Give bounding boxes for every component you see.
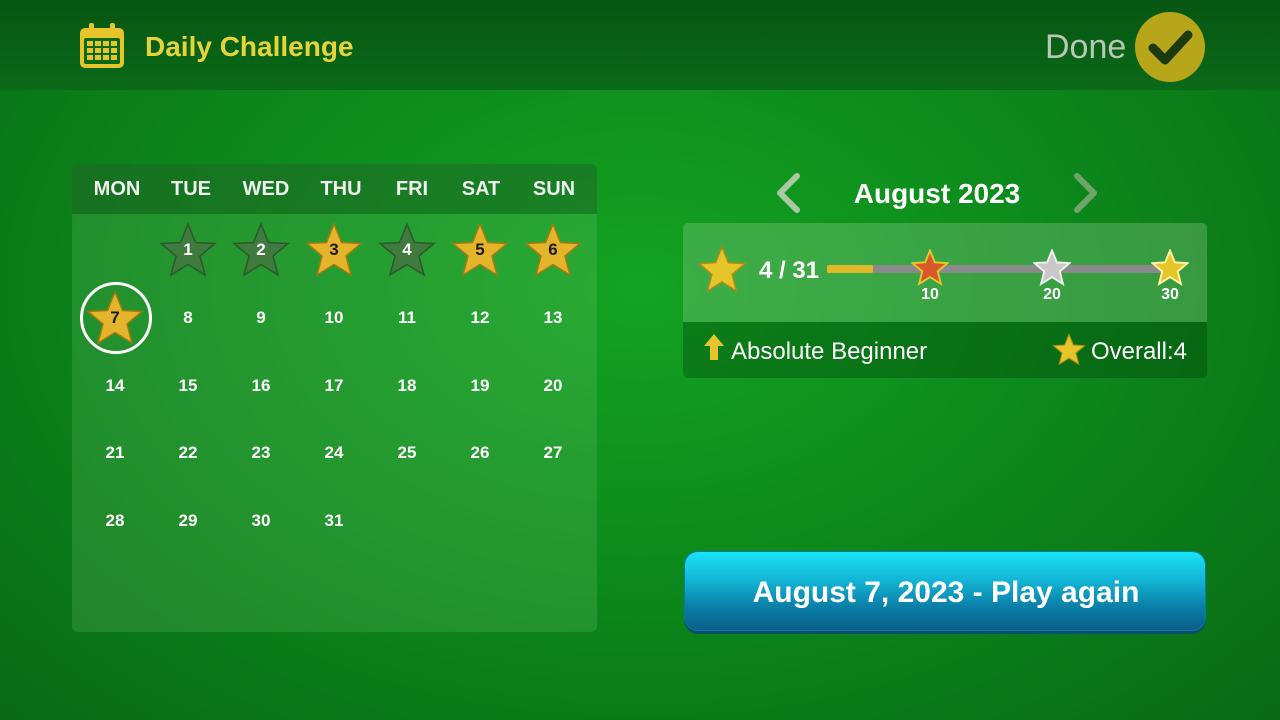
calendar-day-number: 21: [105, 443, 125, 462]
calendar-day-7[interactable]: 7: [78, 288, 152, 348]
calendar-day-number: 13: [543, 308, 563, 327]
calendar-day-number: 3: [329, 240, 339, 259]
calendar-day-6[interactable]: 6: [516, 220, 590, 280]
calendar-day-number: 28: [105, 511, 125, 530]
calendar-day-15[interactable]: 15: [151, 356, 225, 416]
play-again-label: August 7, 2023 - Play again: [752, 576, 1140, 609]
checkmark-icon: [1148, 30, 1193, 65]
calendar-day-number: 23: [251, 443, 271, 462]
calendar-day-9[interactable]: 9: [224, 288, 298, 348]
calendar-day-number: 27: [543, 443, 563, 462]
calendar-day-number: 22: [178, 443, 198, 462]
calendar-day-number: 18: [397, 376, 417, 395]
calendar-day-24[interactable]: 24: [297, 423, 371, 483]
page-title: Daily Challenge: [145, 31, 354, 62]
calendar-day-number: 6: [548, 240, 558, 259]
arrow-up-icon: [704, 334, 724, 360]
calendar-day-number: 30: [251, 511, 271, 530]
calendar-day-1[interactable]: 1: [151, 220, 225, 280]
calendar-day-number: 16: [251, 376, 271, 395]
calendar-icon: [80, 23, 124, 68]
calendar-day-29[interactable]: 29: [151, 491, 225, 551]
progress-panel: 4 / 31 10 20 30 Absolute Beginner Overal…: [683, 223, 1207, 378]
calendar-day-26[interactable]: 26: [443, 423, 517, 483]
calendar-day-number: 10: [324, 308, 344, 327]
calendar-day-number: 19: [470, 376, 490, 395]
overall-label: Overall:: [1090, 338, 1174, 365]
calendar-day-number: 14: [105, 376, 125, 395]
calendar-day-number: 11: [398, 308, 416, 327]
calendar-day-number: 2: [256, 240, 266, 259]
calendar-day-18[interactable]: 18: [370, 356, 444, 416]
milestone-star-bronze-icon: [911, 249, 949, 287]
calendar-day-number: 1: [183, 240, 193, 259]
weekday-tue: TUE: [171, 178, 211, 200]
play-again-button[interactable]: August 7, 2023 - Play again: [684, 551, 1206, 631]
weekday-fri: FRI: [395, 178, 429, 200]
calendar-day-10[interactable]: 10: [297, 288, 371, 348]
calendar-day-2[interactable]: 2: [224, 220, 298, 280]
calendar-day-11[interactable]: 11: [370, 288, 444, 348]
done-button[interactable]: [1135, 12, 1205, 82]
calendar-day-4[interactable]: 4: [370, 220, 444, 280]
calendar-day-19[interactable]: 19: [443, 356, 517, 416]
milestone-star-gold-icon: [1151, 249, 1189, 287]
month-label: August 2023: [853, 178, 1021, 209]
calendar-day-27[interactable]: 27: [516, 423, 590, 483]
calendar-day-8[interactable]: 8: [151, 288, 225, 348]
progress-track: [827, 265, 1171, 273]
calendar-day-12[interactable]: 12: [443, 288, 517, 348]
calendar-day-number: 15: [178, 376, 198, 395]
calendar-day-number: 20: [543, 376, 563, 395]
rank-label: Absolute Beginner: [731, 338, 928, 365]
calendar-day-23[interactable]: 23: [224, 423, 298, 483]
calendar-day-22[interactable]: 22: [151, 423, 225, 483]
calendar-day-25[interactable]: 25: [370, 423, 444, 483]
calendar-day-number: 12: [470, 308, 490, 327]
done-label[interactable]: Done: [1045, 28, 1126, 67]
calendar-day-number: 9: [256, 308, 266, 327]
weekday-mon: MON: [93, 178, 141, 200]
overall-star-icon: [1052, 333, 1086, 366]
weekday-sat: SAT: [461, 178, 501, 200]
calendar-day-number: 5: [475, 240, 485, 259]
weekday-header: MON TUE WED THU FRI SAT SUN: [72, 164, 597, 214]
weekday-sun: SUN: [532, 178, 576, 200]
stars-count: 4 / 31: [759, 257, 820, 284]
chevron-right-icon[interactable]: [1070, 172, 1102, 214]
milestone-10: 10: [921, 286, 939, 303]
calendar-day-number: 24: [324, 443, 344, 462]
overall-value: 4: [1173, 338, 1187, 365]
weekday-thu: THU: [320, 178, 362, 200]
calendar-day-3[interactable]: 3: [297, 220, 371, 280]
calendar-day-number: 4: [402, 240, 412, 259]
calendar-day-number: 17: [324, 376, 344, 395]
calendar-day-number: 26: [470, 443, 490, 462]
calendar-day-number: 7: [110, 308, 120, 327]
calendar-day-14[interactable]: 14: [78, 356, 152, 416]
header-bar: Daily Challenge Done: [0, 0, 1280, 90]
calendar-day-20[interactable]: 20: [516, 356, 590, 416]
calendar-day-13[interactable]: 13: [516, 288, 590, 348]
overall-score: Overall:4: [1091, 338, 1187, 366]
calendar-day-number: 31: [324, 511, 344, 530]
calendar-day-21[interactable]: 21: [78, 423, 152, 483]
weekday-wed: WED: [242, 178, 290, 200]
calendar-day-30[interactable]: 30: [224, 491, 298, 551]
progress-fill: [827, 265, 873, 273]
calendar-day-28[interactable]: 28: [78, 491, 152, 551]
calendar-day-number: 25: [397, 443, 417, 462]
calendar-day-5[interactable]: 5: [443, 220, 517, 280]
calendar-day-number: 8: [183, 308, 193, 327]
calendar-day-31[interactable]: 31: [297, 491, 371, 551]
milestone-30: 30: [1161, 286, 1179, 303]
star-icon: [697, 245, 747, 293]
milestone-star-silver-icon: [1033, 249, 1071, 287]
calendar-grid: MON TUE WED THU FRI SAT SUN 1 2 3 4 5 6 7 8 9 10 1…: [72, 164, 597, 632]
milestone-20: 20: [1043, 286, 1061, 303]
calendar-day-16[interactable]: 16: [224, 356, 298, 416]
calendar-day-number: 29: [178, 511, 198, 530]
calendar-day-17[interactable]: 17: [297, 356, 371, 416]
